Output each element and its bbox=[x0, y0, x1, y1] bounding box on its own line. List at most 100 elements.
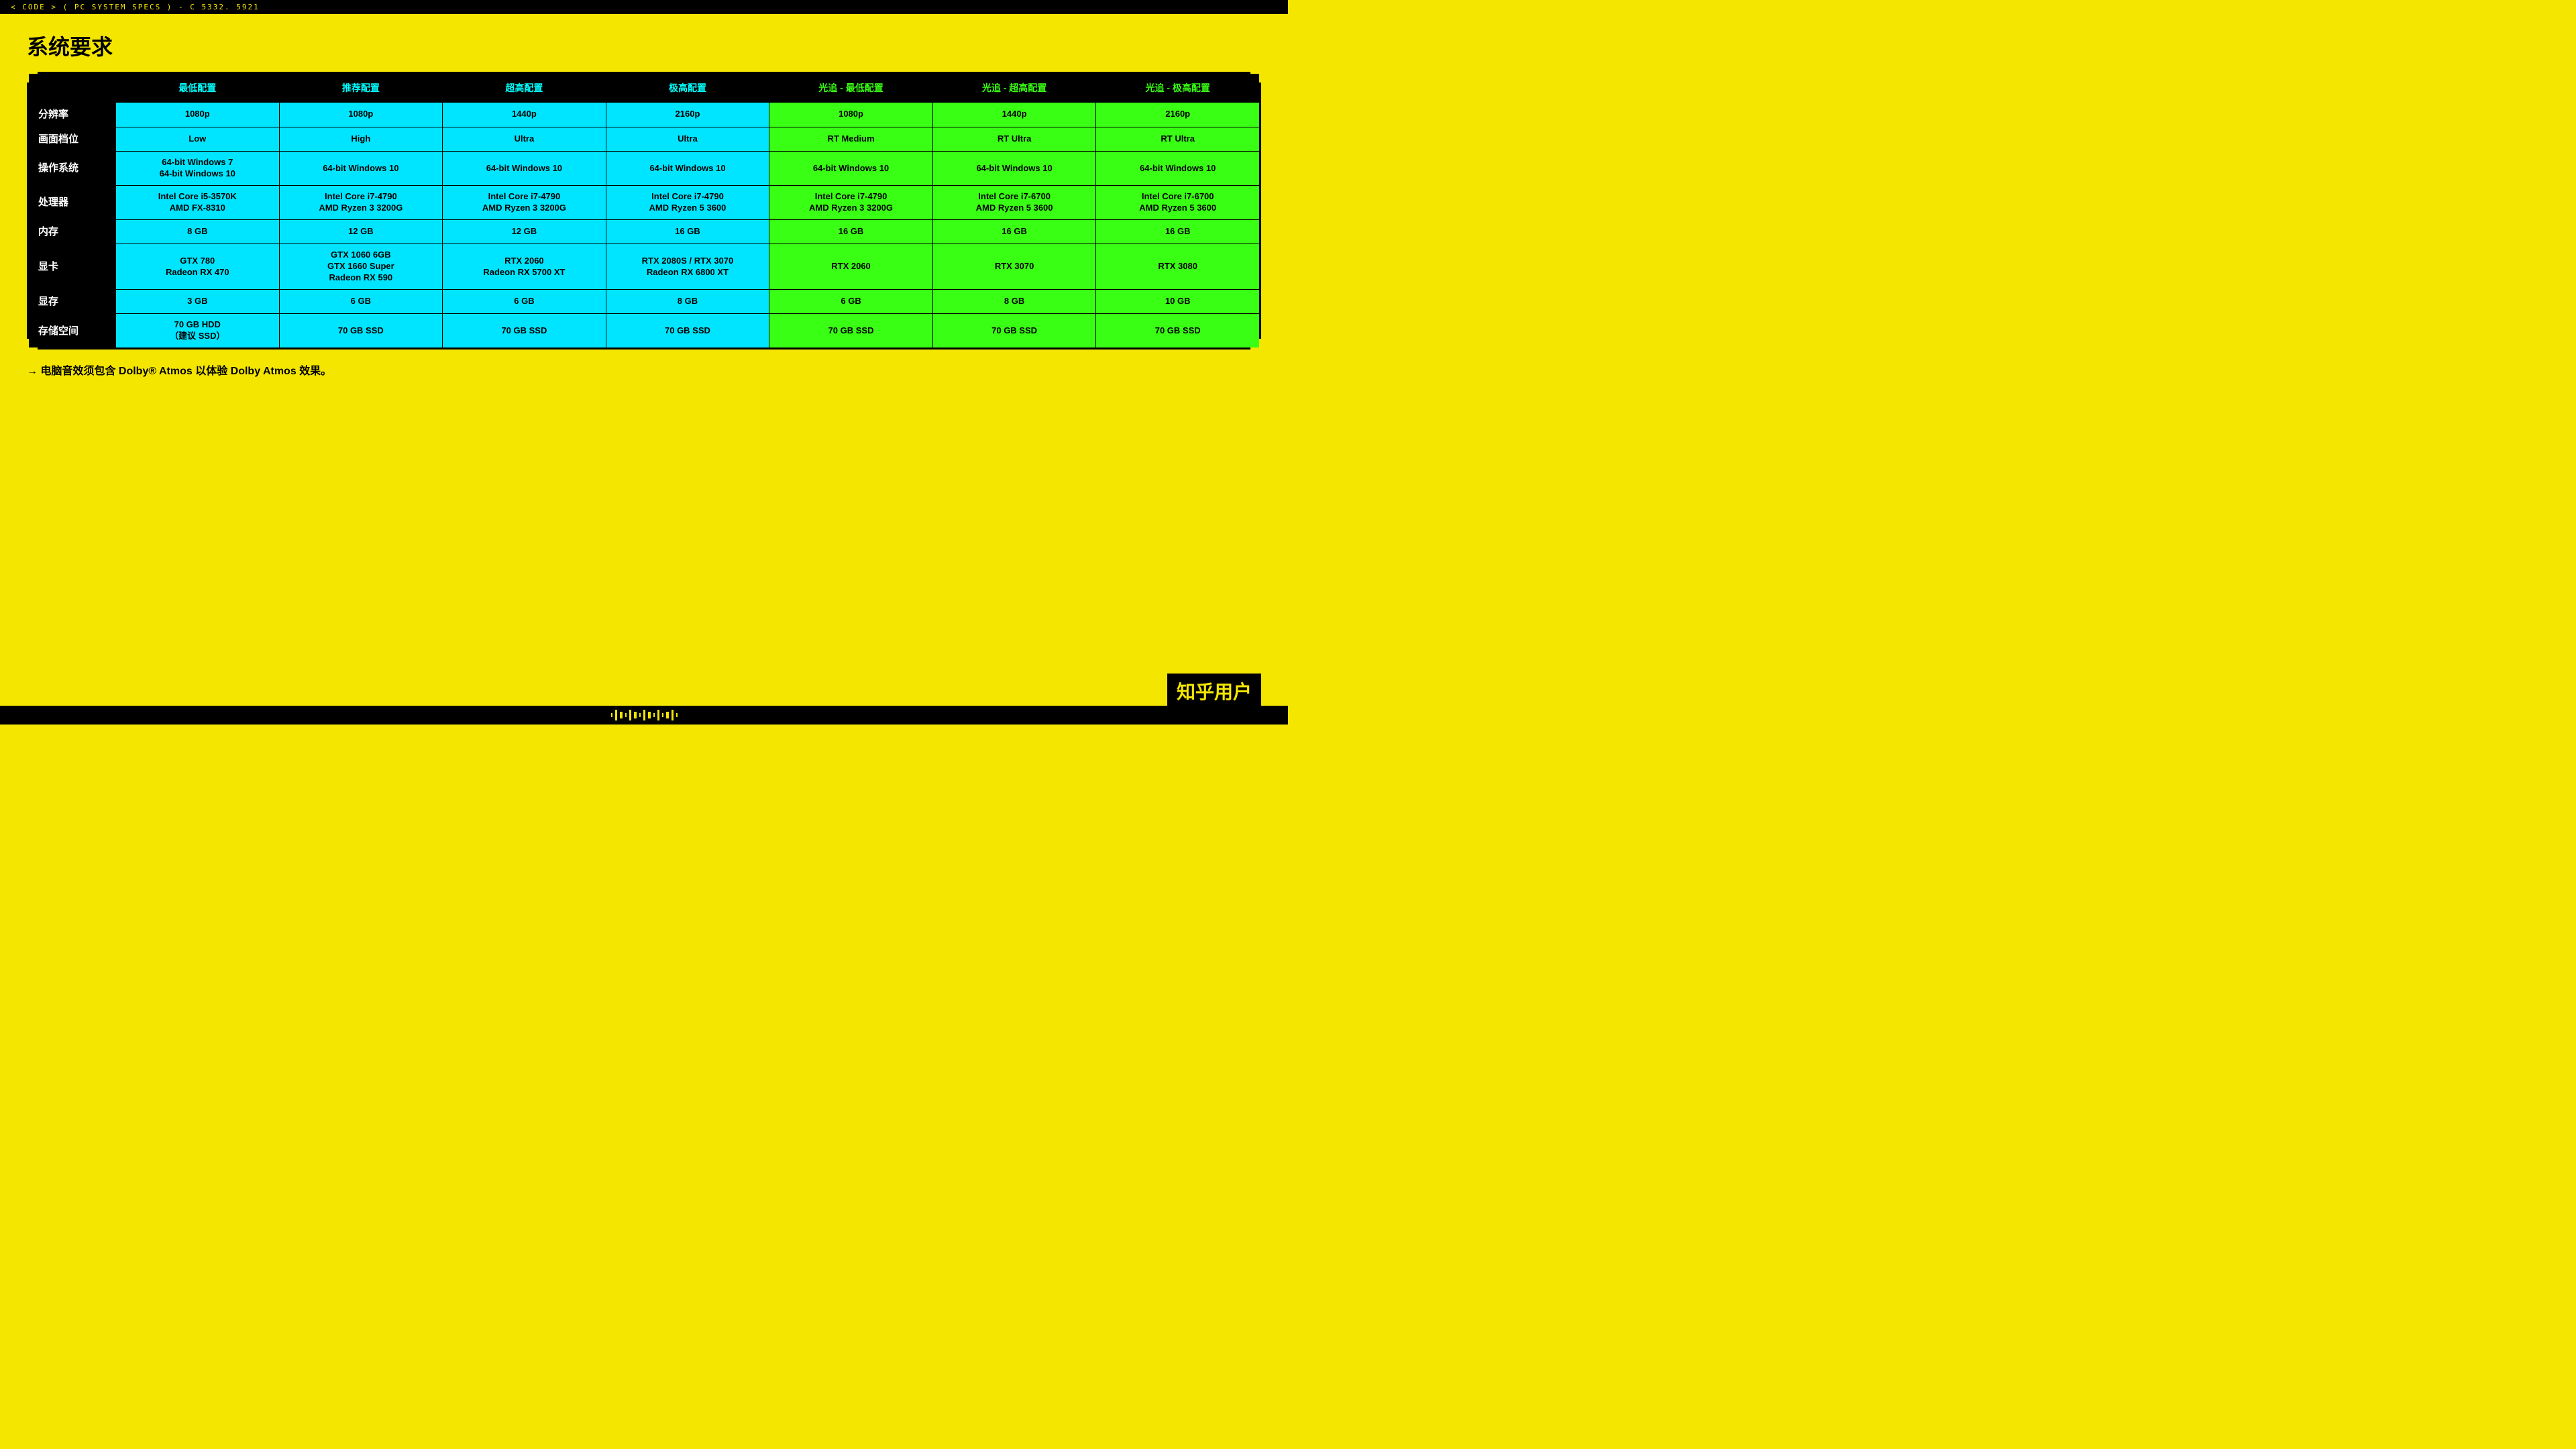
deco-8 bbox=[643, 710, 645, 720]
cell-4-3: 16 GB bbox=[606, 219, 769, 244]
cell-0-2: 1440p bbox=[443, 103, 606, 127]
cell-0-4: 1080p bbox=[769, 103, 933, 127]
cell-5-4: RTX 2060 bbox=[769, 244, 933, 290]
cell-4-0: 8 GB bbox=[116, 219, 280, 244]
header-col-2: 推荐配置 bbox=[279, 74, 443, 103]
deco-2 bbox=[615, 710, 617, 720]
cell-1-2: Ultra bbox=[443, 127, 606, 152]
deco-14 bbox=[672, 710, 674, 720]
specs-table: 最低配置推荐配置超高配置极高配置光追 - 最低配置光追 - 超高配置光追 - 极… bbox=[28, 73, 1260, 348]
header-col-7: 光追 - 极高配置 bbox=[1096, 74, 1260, 103]
cell-6-4: 6 GB bbox=[769, 289, 933, 314]
cell-6-6: 10 GB bbox=[1096, 289, 1260, 314]
cell-7-4: 70 GB SSD bbox=[769, 314, 933, 348]
table-row-2: 操作系统64-bit Windows 7 64-bit Windows 1064… bbox=[29, 152, 1260, 186]
table-row-3: 处理器Intel Core i5-3570K AMD FX-8310Intel … bbox=[29, 185, 1260, 219]
deco-7 bbox=[639, 713, 641, 717]
cell-4-5: 16 GB bbox=[932, 219, 1096, 244]
deco-9 bbox=[648, 712, 651, 718]
cell-4-6: 16 GB bbox=[1096, 219, 1260, 244]
cell-0-5: 1440p bbox=[932, 103, 1096, 127]
top-bar: < CODE > ( PC SYSTEM SPECS ) - C 5332. 5… bbox=[0, 0, 1288, 14]
corner-br bbox=[1250, 339, 1261, 350]
cell-7-0: 70 GB HDD （建议 SSD） bbox=[116, 314, 280, 348]
table-header-row: 最低配置推荐配置超高配置极高配置光追 - 最低配置光追 - 超高配置光追 - 极… bbox=[29, 74, 1260, 103]
deco-5 bbox=[629, 710, 631, 720]
row-label-1: 画面档位 bbox=[29, 127, 116, 152]
cell-7-6: 70 GB SSD bbox=[1096, 314, 1260, 348]
table-row-7: 存储空间70 GB HDD （建议 SSD）70 GB SSD70 GB SSD… bbox=[29, 314, 1260, 348]
row-label-3: 处理器 bbox=[29, 185, 116, 219]
deco-11 bbox=[657, 710, 659, 720]
cell-0-3: 2160p bbox=[606, 103, 769, 127]
cell-5-3: RTX 2080S / RTX 3070 Radeon RX 6800 XT bbox=[606, 244, 769, 290]
row-label-2: 操作系统 bbox=[29, 152, 116, 186]
table-row-0: 分辨率1080p1080p1440p2160p1080p1440p2160p bbox=[29, 103, 1260, 127]
deco-3 bbox=[620, 712, 623, 718]
corner-tr bbox=[1250, 72, 1261, 83]
cell-1-6: RT Ultra bbox=[1096, 127, 1260, 152]
cell-5-2: RTX 2060 Radeon RX 5700 XT bbox=[443, 244, 606, 290]
corner-tl bbox=[27, 72, 38, 83]
table-row-4: 内存8 GB12 GB12 GB16 GB16 GB16 GB16 GB bbox=[29, 219, 1260, 244]
logo: 知乎用户 bbox=[1167, 674, 1261, 708]
cell-1-4: RT Medium bbox=[769, 127, 933, 152]
cell-2-4: 64-bit Windows 10 bbox=[769, 152, 933, 186]
table-row-6: 显存3 GB6 GB6 GB8 GB6 GB8 GB10 GB bbox=[29, 289, 1260, 314]
cell-2-2: 64-bit Windows 10 bbox=[443, 152, 606, 186]
cell-6-1: 6 GB bbox=[279, 289, 443, 314]
corner-bl bbox=[27, 339, 38, 350]
deco-12 bbox=[662, 713, 663, 717]
deco-1 bbox=[611, 713, 612, 717]
table-row-1: 画面档位LowHighUltraUltraRT MediumRT UltraRT… bbox=[29, 127, 1260, 152]
cell-1-0: Low bbox=[116, 127, 280, 152]
cell-5-5: RTX 3070 bbox=[932, 244, 1096, 290]
row-label-6: 显存 bbox=[29, 289, 116, 314]
cell-2-0: 64-bit Windows 7 64-bit Windows 10 bbox=[116, 152, 280, 186]
row-label-7: 存储空间 bbox=[29, 314, 116, 348]
cell-2-6: 64-bit Windows 10 bbox=[1096, 152, 1260, 186]
cell-5-1: GTX 1060 6GB GTX 1660 Super Radeon RX 59… bbox=[279, 244, 443, 290]
table-row-5: 显卡GTX 780 Radeon RX 470GTX 1060 6GB GTX … bbox=[29, 244, 1260, 290]
header-col-6: 光追 - 超高配置 bbox=[932, 74, 1096, 103]
cell-3-0: Intel Core i5-3570K AMD FX-8310 bbox=[116, 185, 280, 219]
cell-6-0: 3 GB bbox=[116, 289, 280, 314]
cell-1-1: High bbox=[279, 127, 443, 152]
specs-table-wrapper: 最低配置推荐配置超高配置极高配置光追 - 最低配置光追 - 超高配置光追 - 极… bbox=[27, 72, 1261, 350]
cell-2-1: 64-bit Windows 10 bbox=[279, 152, 443, 186]
cell-7-5: 70 GB SSD bbox=[932, 314, 1096, 348]
cell-4-4: 16 GB bbox=[769, 219, 933, 244]
header-col-5: 光追 - 最低配置 bbox=[769, 74, 933, 103]
row-label-4: 内存 bbox=[29, 219, 116, 244]
table-body: 分辨率1080p1080p1440p2160p1080p1440p2160p画面… bbox=[29, 103, 1260, 348]
header-col-4: 极高配置 bbox=[606, 74, 769, 103]
cell-7-3: 70 GB SSD bbox=[606, 314, 769, 348]
deco-4 bbox=[625, 713, 627, 717]
cell-1-3: Ultra bbox=[606, 127, 769, 152]
top-bar-text: < CODE > ( PC SYSTEM SPECS ) - C 5332. 5… bbox=[11, 3, 260, 11]
bottom-bar bbox=[0, 706, 1288, 724]
cell-5-0: GTX 780 Radeon RX 470 bbox=[116, 244, 280, 290]
cell-4-2: 12 GB bbox=[443, 219, 606, 244]
cell-2-3: 64-bit Windows 10 bbox=[606, 152, 769, 186]
cell-0-6: 2160p bbox=[1096, 103, 1260, 127]
cell-0-1: 1080p bbox=[279, 103, 443, 127]
row-label-0: 分辨率 bbox=[29, 103, 116, 127]
cell-1-5: RT Ultra bbox=[932, 127, 1096, 152]
cell-7-2: 70 GB SSD bbox=[443, 314, 606, 348]
cell-7-1: 70 GB SSD bbox=[279, 314, 443, 348]
deco-15 bbox=[676, 713, 678, 717]
cell-6-2: 6 GB bbox=[443, 289, 606, 314]
deco-13 bbox=[666, 712, 669, 718]
row-label-5: 显卡 bbox=[29, 244, 116, 290]
cell-5-6: RTX 3080 bbox=[1096, 244, 1260, 290]
header-col-0 bbox=[29, 74, 116, 103]
cell-4-1: 12 GB bbox=[279, 219, 443, 244]
cell-3-2: Intel Core i7-4790 AMD Ryzen 3 3200G bbox=[443, 185, 606, 219]
page-title: 系统要求 bbox=[27, 30, 1261, 61]
cell-3-6: Intel Core i7-6700 AMD Ryzen 5 3600 bbox=[1096, 185, 1260, 219]
cell-3-4: Intel Core i7-4790 AMD Ryzen 3 3200G bbox=[769, 185, 933, 219]
deco-6 bbox=[634, 712, 637, 718]
header-col-1: 最低配置 bbox=[116, 74, 280, 103]
cell-3-1: Intel Core i7-4790 AMD Ryzen 3 3200G bbox=[279, 185, 443, 219]
